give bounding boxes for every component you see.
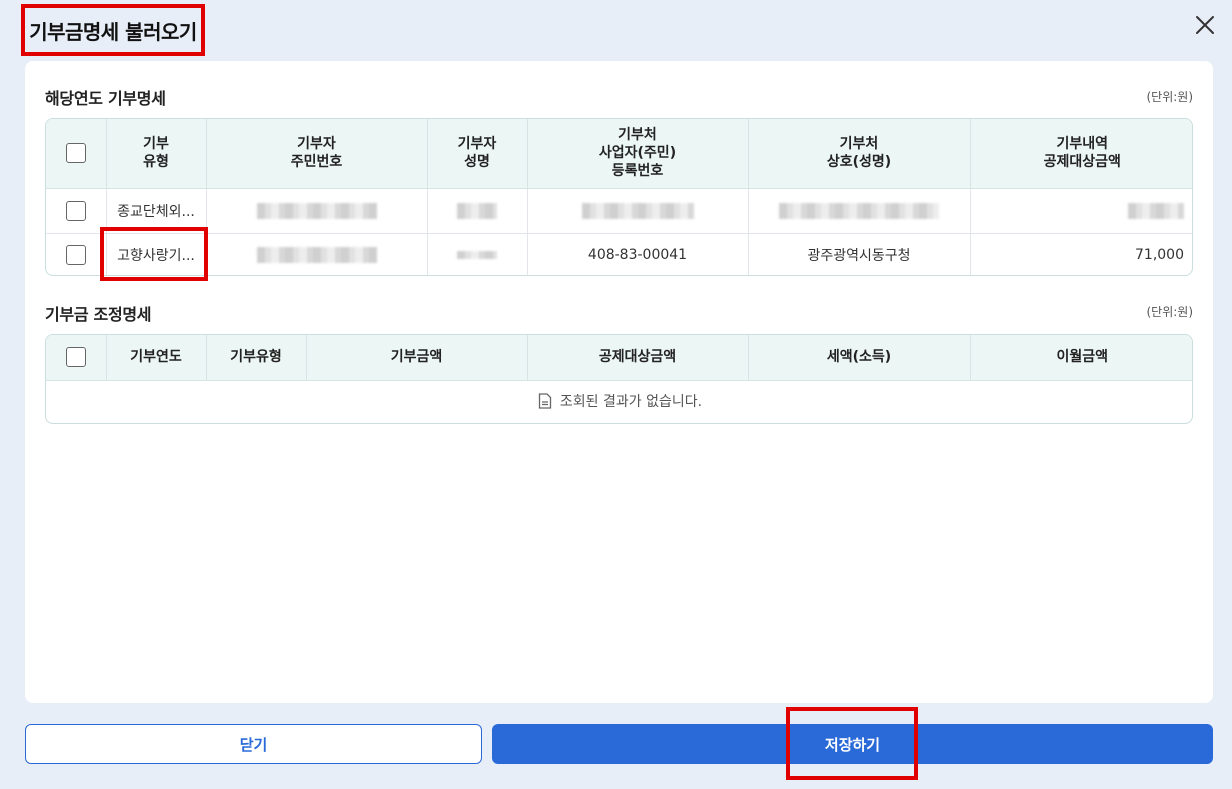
cell-donor-reg-no <box>206 188 428 234</box>
header-recipient-name: 기부처 상호(성명) <box>748 119 971 189</box>
header-donation-type: 기부유형 <box>206 335 307 381</box>
header-deductible-amount: 공제대상금액 <box>527 335 749 381</box>
cell-recipient-name <box>748 188 971 234</box>
header-deductible-amount: 기부내역 공제대상금액 <box>970 119 1192 189</box>
unit-label: (단위:원) <box>1146 90 1193 104</box>
header-donor-reg-no: 기부자 주민번호 <box>206 119 428 189</box>
cell-donation-type: 고향사랑기... <box>106 233 207 275</box>
save-button[interactable]: 저장하기 <box>492 724 1213 764</box>
cell-deductible-amount <box>970 188 1192 234</box>
donation-details-table: 기부 유형 기부자 주민번호 기부자 성명 기부처 사업자(주민) 등록번호 기부처 상호(… <box>45 118 1193 276</box>
section-title-donation-details: 해당연도 기부명세 <box>45 89 166 108</box>
cell-recipient-biz-no <box>527 188 749 234</box>
header-select-all[interactable] <box>46 335 107 381</box>
header-select-all[interactable] <box>46 119 107 189</box>
cell-deductible-amount: 71,000 <box>1135 246 1184 263</box>
header-tax-amount: 세액(소득) <box>748 335 971 381</box>
cell-donation-type: 종교단체외... <box>106 188 207 234</box>
empty-message: 조회된 결과가 없습니다. <box>559 393 703 410</box>
cell-recipient-biz-no: 408-83-00041 <box>527 233 749 275</box>
document-icon <box>538 393 552 409</box>
modal-title-highlight: 기부금명세 불러오기 <box>21 4 205 56</box>
close-icon[interactable] <box>1190 10 1220 40</box>
header-donation-type: 기부유형 <box>106 119 207 189</box>
cell-recipient-name: 광주광역시동구청 <box>748 233 971 275</box>
row-checkbox[interactable] <box>65 200 86 221</box>
modal-title: 기부금명세 불러오기 <box>29 19 197 44</box>
table-row[interactable]: 고향사랑기... 408-83-00041 광주광역시동구청 71,000 <box>46 233 1192 275</box>
empty-row: 조회된 결과가 없습니다. <box>46 380 1192 423</box>
content-card: 해당연도 기부명세 (단위:원) 기부 유형 기부자 주민번호 기부자 성명 기부처 사… <box>25 61 1213 703</box>
table-row[interactable]: 종교단체외... <box>46 188 1192 234</box>
header-donation-year: 기부연도 <box>106 335 207 381</box>
header-recipient-biz-no: 기부처 사업자(주민) 등록번호 <box>527 119 749 189</box>
row-checkbox[interactable] <box>65 244 86 265</box>
adjustment-details-table: 기부연도 기부유형 기부금액 공제대상금액 세액(소득) 이월금액 조회된 결과… <box>45 334 1193 424</box>
header-carryover-amount: 이월금액 <box>970 335 1192 381</box>
select-all-checkbox[interactable] <box>65 143 86 164</box>
cell-donor-reg-no <box>206 233 428 275</box>
unit-label: (단위:원) <box>1146 305 1193 319</box>
header-donation-amount: 기부금액 <box>306 335 528 381</box>
select-all-checkbox[interactable] <box>65 347 86 368</box>
header-donor-name: 기부자 성명 <box>427 119 528 189</box>
section-title-adjustment-details: 기부금 조정명세 <box>45 305 152 324</box>
cell-donor-name <box>427 233 528 275</box>
cell-donor-name <box>427 188 528 234</box>
close-button[interactable]: 닫기 <box>25 724 482 764</box>
